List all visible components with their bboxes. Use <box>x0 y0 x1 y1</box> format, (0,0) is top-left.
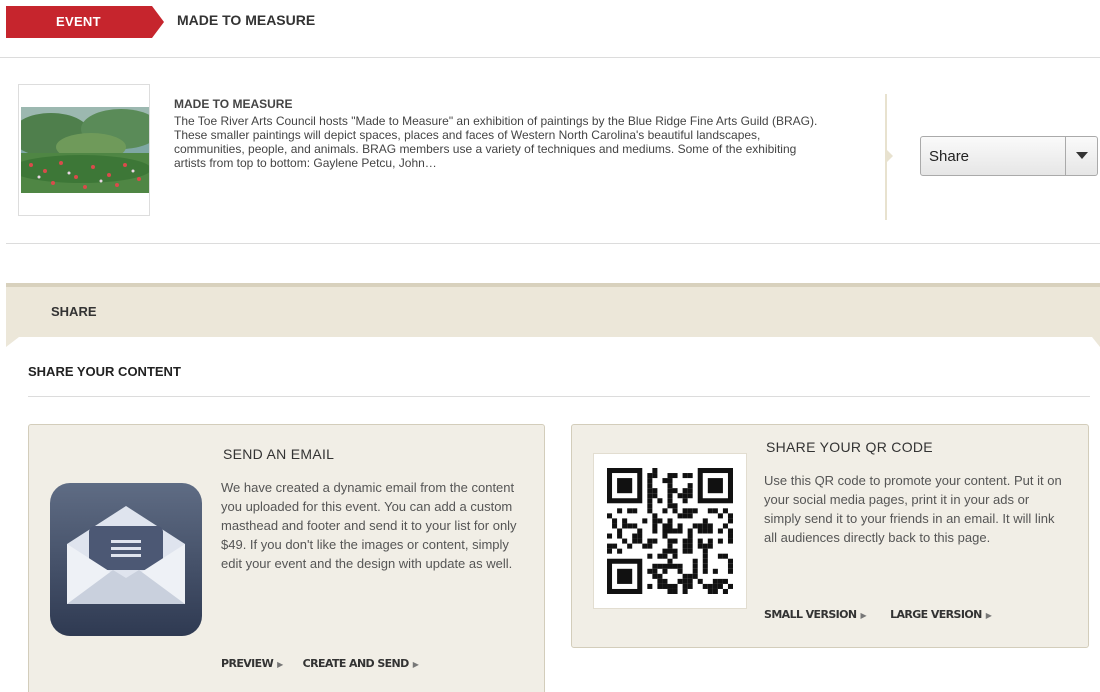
preview-link[interactable]: PREVIEW ▶ <box>221 657 283 670</box>
tab-notch <box>1092 337 1100 347</box>
share-dropdown[interactable]: Share <box>920 136 1098 176</box>
arrow-right-icon: ▶ <box>985 611 992 620</box>
event-summary: MADE TO MEASURE The Toe River Arts Counc… <box>6 58 1100 244</box>
divider <box>28 396 1090 397</box>
event-thumbnail[interactable] <box>18 84 150 216</box>
small-version-link[interactable]: SMALL VERSION ▶ <box>764 608 867 621</box>
share-dropdown-value: Share <box>929 148 970 165</box>
event-tag: EVENT <box>6 6 164 38</box>
section-heading: SHARE YOUR CONTENT <box>28 364 181 379</box>
qr-card-text: Use this QR code to promote your content… <box>764 473 1062 545</box>
email-card: SEND AN EMAIL We have created a dynamic … <box>28 424 545 692</box>
create-and-send-link[interactable]: CREATE AND SEND ▶ <box>303 657 419 670</box>
top-bar: EVENT MADE TO MEASURE <box>0 0 1100 58</box>
qr-code-icon <box>607 468 733 594</box>
email-card-title: SEND AN EMAIL <box>223 446 335 462</box>
page-title: MADE TO MEASURE <box>177 12 316 28</box>
tab-notch <box>6 337 19 347</box>
arrow-right-icon: ▶ <box>277 660 283 669</box>
arrow-right-icon: ▶ <box>860 611 867 620</box>
landscape-painting-image <box>21 107 149 193</box>
tab-share-label: SHARE <box>51 304 97 319</box>
qr-code-frame[interactable] <box>593 453 747 609</box>
qr-card: SHARE YOUR QR CODE Use this QR code to p… <box>571 424 1089 648</box>
large-version-link[interactable]: LARGE VERSION ▶ <box>890 608 992 621</box>
envelope-icon <box>50 483 202 636</box>
chevron-down-icon[interactable] <box>1065 137 1097 175</box>
tab-share[interactable]: SHARE <box>6 283 1100 337</box>
divider <box>885 94 893 220</box>
event-description: The Toe River Arts Council hosts "Made t… <box>174 114 818 170</box>
event-title: MADE TO MEASURE <box>174 97 293 111</box>
qr-card-title: SHARE YOUR QR CODE <box>766 439 933 455</box>
arrow-right-icon: ▶ <box>412 660 419 669</box>
email-card-text: We have created a dynamic email from the… <box>221 480 517 571</box>
